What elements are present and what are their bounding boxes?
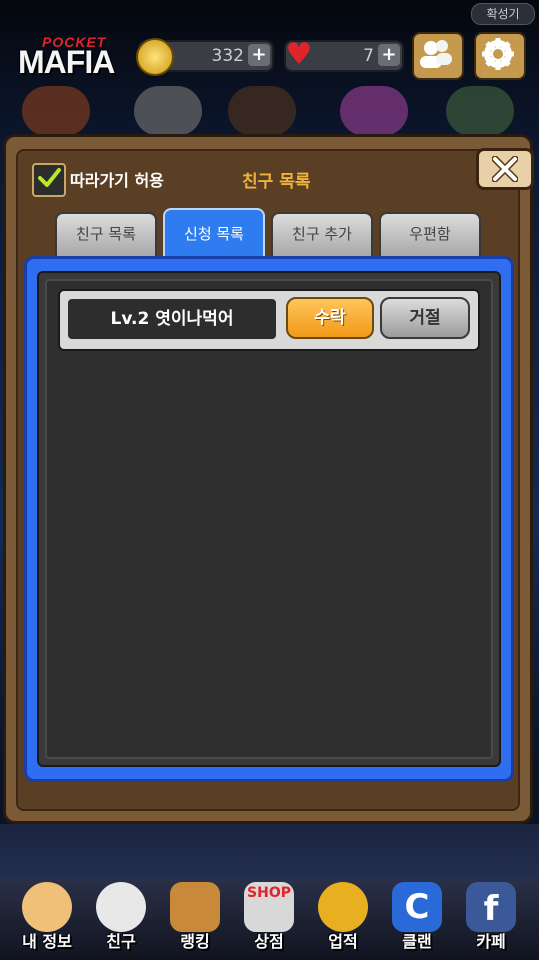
profile-icon bbox=[22, 882, 72, 932]
nav-label: 랭킹 bbox=[180, 932, 210, 951]
request-list-area bbox=[45, 279, 493, 759]
gamepad-icon bbox=[446, 86, 514, 136]
friends-button[interactable] bbox=[412, 32, 464, 80]
check-icon bbox=[38, 168, 61, 187]
close-button[interactable] bbox=[476, 148, 534, 190]
trophy-icon bbox=[318, 882, 368, 932]
heart-value: 7 bbox=[363, 46, 374, 66]
nav-my-info[interactable]: 내 정보 bbox=[10, 878, 84, 960]
tab-friend-list[interactable]: 친구 목록 bbox=[55, 212, 157, 256]
logo-big-text: MAFIA bbox=[18, 44, 115, 80]
accept-button[interactable]: 수락 bbox=[286, 297, 374, 339]
close-icon bbox=[492, 156, 518, 182]
nav-label: 상점 bbox=[254, 932, 284, 951]
friend-request-row: Lv.2 엿이나먹어 수락 거절 bbox=[58, 289, 480, 351]
follow-label: 따라가기 허용 bbox=[70, 171, 164, 190]
facebook-icon: f bbox=[466, 882, 516, 932]
requester-name: Lv.2 엿이나먹어 bbox=[68, 299, 276, 339]
add-hearts-button[interactable]: + bbox=[378, 44, 400, 66]
nav-label: 카페 bbox=[476, 932, 506, 951]
nav-shop[interactable]: SHOP 상점 bbox=[232, 878, 306, 960]
tab-request-list[interactable]: 신청 목록 bbox=[163, 208, 265, 256]
tab-mailbox[interactable]: 우편함 bbox=[379, 212, 481, 256]
trophy-stand-icon bbox=[170, 882, 220, 932]
chat-icon bbox=[340, 86, 408, 136]
coin-icon bbox=[136, 38, 174, 76]
clan-icon: C bbox=[392, 882, 442, 932]
gear-icon bbox=[482, 38, 514, 70]
heart-icon: ♥ bbox=[285, 37, 313, 72]
nav-label: 내 정보 bbox=[22, 932, 72, 951]
nav-clan[interactable]: C 클랜 bbox=[380, 878, 454, 960]
nav-achievements[interactable]: 업적 bbox=[306, 878, 380, 960]
coin-counter: 332 + bbox=[136, 38, 274, 76]
tab-add-friend[interactable]: 친구 추가 bbox=[271, 212, 373, 256]
nav-cafe[interactable]: f 카페 bbox=[454, 878, 528, 960]
shop-icon: SHOP bbox=[244, 882, 294, 932]
gun-icon bbox=[228, 86, 296, 136]
add-coins-button[interactable]: + bbox=[248, 44, 270, 66]
nav-ranking[interactable]: 랭킹 bbox=[158, 878, 232, 960]
follow-checkbox[interactable] bbox=[32, 163, 66, 197]
megaphone-button[interactable]: 확성기 bbox=[471, 3, 535, 25]
nav-friends[interactable]: 친구 bbox=[84, 878, 158, 960]
heart-counter: ♥ 7 + bbox=[284, 37, 404, 72]
reject-button[interactable]: 거절 bbox=[380, 297, 470, 339]
mafia-hat-icon bbox=[22, 86, 90, 136]
bottom-nav: 내 정보 친구 랭킹 SHOP 상점 업적 C 클랜 f 카페 bbox=[0, 878, 539, 960]
nav-label: 친구 bbox=[106, 932, 136, 951]
settings-button[interactable] bbox=[474, 32, 526, 80]
town-scene bbox=[0, 824, 539, 884]
modal-title: 친구 목록 bbox=[242, 172, 311, 192]
friends-icon bbox=[420, 40, 452, 68]
friends-icon bbox=[96, 882, 146, 932]
game-logo: POCKET MAFIA bbox=[18, 34, 130, 80]
dog-icon bbox=[134, 86, 202, 136]
nav-label: 클랜 bbox=[402, 932, 432, 951]
coin-value: 332 bbox=[211, 46, 244, 66]
nav-label: 업적 bbox=[328, 932, 358, 951]
